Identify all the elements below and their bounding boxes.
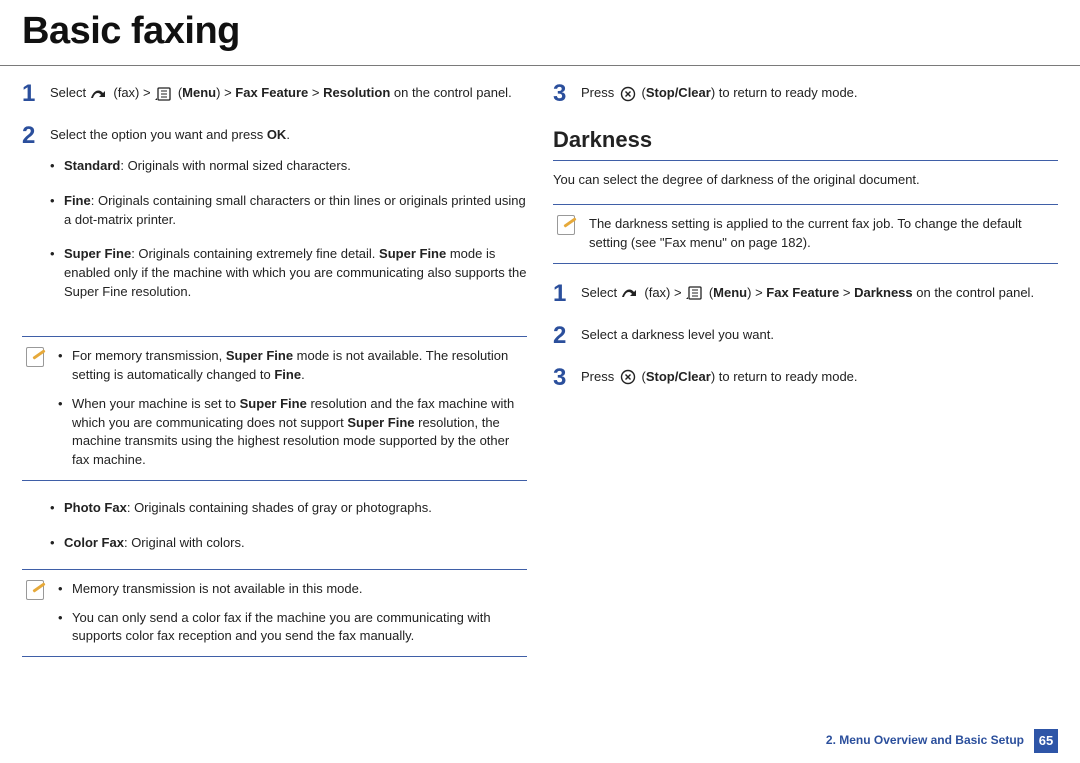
text: . bbox=[301, 367, 305, 382]
text: Fax Feature bbox=[766, 285, 839, 300]
page-title: Basic faxing bbox=[0, 0, 1080, 66]
label: Standard bbox=[64, 158, 120, 173]
text: Select bbox=[581, 285, 621, 300]
option-standard: Standard: Originals with normal sized ch… bbox=[64, 157, 527, 176]
right-step-2: 2 Select a darkness level you want. bbox=[553, 324, 1058, 348]
note-body: The darkness setting is applied to the c… bbox=[589, 215, 1050, 253]
stop-clear-icon bbox=[618, 87, 638, 101]
text: Resolution bbox=[323, 85, 390, 100]
menu-icon bbox=[685, 286, 705, 300]
label: Super Fine bbox=[64, 246, 131, 261]
darkness-note: The darkness setting is applied to the c… bbox=[553, 204, 1058, 264]
note-icon bbox=[26, 580, 48, 602]
right-column: 3 Press (Stop/Clear) to return to ready … bbox=[553, 82, 1058, 675]
right-step-1: 1 Select (fax) > (Menu) > Fax Feature > … bbox=[553, 282, 1058, 306]
stop-clear-icon bbox=[618, 370, 638, 384]
darkness-intro: You can select the degree of darkness of… bbox=[553, 171, 1058, 190]
text: Fine bbox=[274, 367, 301, 382]
text: Select bbox=[50, 85, 90, 100]
text: > bbox=[839, 285, 854, 300]
label: Fine bbox=[64, 193, 91, 208]
note-icon bbox=[26, 347, 48, 369]
step-text: Select the option you want and press OK.… bbox=[50, 124, 527, 318]
text: For memory transmission, bbox=[72, 348, 226, 363]
text: ) to return to ready mode. bbox=[711, 85, 858, 100]
step-text: Select a darkness level you want. bbox=[581, 324, 1058, 348]
left-step-1: 1 Select (fax) > (Menu) > Fax Feature > … bbox=[22, 82, 527, 106]
page-number: 65 bbox=[1034, 729, 1058, 753]
option-super-fine: Super Fine: Originals containing extreme… bbox=[64, 245, 527, 302]
text: : Originals with normal sized characters… bbox=[120, 158, 350, 173]
option-photo-fax: Photo Fax: Originals containing shades o… bbox=[64, 499, 527, 518]
note-list: For memory transmission, Super Fine mode… bbox=[58, 347, 519, 470]
left-column: 1 Select (fax) > (Menu) > Fax Feature > … bbox=[22, 82, 527, 675]
text: Super Fine bbox=[347, 415, 414, 430]
text: Press bbox=[581, 369, 618, 384]
text: ) to return to ready mode. bbox=[711, 369, 858, 384]
text: on the control panel. bbox=[913, 285, 1034, 300]
note-item: For memory transmission, Super Fine mode… bbox=[72, 347, 519, 385]
step-number: 3 bbox=[553, 82, 571, 106]
step-text: Select (fax) > (Menu) > Fax Feature > Da… bbox=[581, 282, 1058, 306]
note-item: When your machine is set to Super Fine r… bbox=[72, 395, 519, 470]
text: Stop/Clear bbox=[646, 85, 711, 100]
step-number: 1 bbox=[553, 282, 571, 306]
note-item: Memory transmission is not available in … bbox=[72, 580, 519, 599]
step-number: 3 bbox=[553, 366, 571, 390]
text: : Originals containing extremely fine de… bbox=[131, 246, 379, 261]
label: Color Fax bbox=[64, 535, 124, 550]
text: Menu bbox=[182, 85, 216, 100]
text: Darkness bbox=[854, 285, 913, 300]
text: When your machine is set to bbox=[72, 396, 240, 411]
right-step-3-top: 3 Press (Stop/Clear) to return to ready … bbox=[553, 82, 1058, 106]
right-step-3: 3 Press (Stop/Clear) to return to ready … bbox=[553, 366, 1058, 390]
text: Menu bbox=[713, 285, 747, 300]
step-text: Press (Stop/Clear) to return to ready mo… bbox=[581, 366, 1058, 390]
text: Stop/Clear bbox=[646, 369, 711, 384]
fax-icon bbox=[90, 87, 110, 101]
text: : Originals containing shades of gray or… bbox=[127, 500, 432, 515]
text: on the control panel. bbox=[390, 85, 511, 100]
text: (fax) > bbox=[644, 285, 685, 300]
text: : Originals containing small characters … bbox=[64, 193, 526, 227]
label: Photo Fax bbox=[64, 500, 127, 515]
text: (fax) > bbox=[113, 85, 154, 100]
text: OK bbox=[267, 127, 287, 142]
step-text: Press (Stop/Clear) to return to ready mo… bbox=[581, 82, 1058, 106]
fax-icon bbox=[621, 286, 641, 300]
options-list: Standard: Originals with normal sized ch… bbox=[50, 157, 527, 302]
step-number: 2 bbox=[553, 324, 571, 348]
left-step-2: 2 Select the option you want and press O… bbox=[22, 124, 527, 318]
text: ) > bbox=[747, 285, 766, 300]
note-box-1: For memory transmission, Super Fine mode… bbox=[22, 336, 527, 481]
text: . bbox=[286, 127, 290, 142]
chapter-label: 2. Menu Overview and Basic Setup bbox=[826, 732, 1024, 749]
text: > bbox=[308, 85, 323, 100]
content-columns: 1 Select (fax) > (Menu) > Fax Feature > … bbox=[0, 66, 1080, 675]
menu-icon bbox=[154, 87, 174, 101]
subheading-darkness: Darkness bbox=[553, 124, 1058, 161]
step-number: 2 bbox=[22, 124, 40, 318]
text: : Original with colors. bbox=[124, 535, 245, 550]
text: Super Fine bbox=[240, 396, 307, 411]
step-number: 1 bbox=[22, 82, 40, 106]
page-footer: 2. Menu Overview and Basic Setup 65 bbox=[826, 729, 1058, 753]
text: Super Fine bbox=[226, 348, 293, 363]
step-text: Select (fax) > (Menu) > Fax Feature > Re… bbox=[50, 82, 527, 106]
note-icon bbox=[557, 215, 579, 237]
option-color-fax: Color Fax: Original with colors. bbox=[64, 534, 527, 553]
label: Super Fine bbox=[379, 246, 446, 261]
option-fine: Fine: Originals containing small charact… bbox=[64, 192, 527, 230]
options-list-2: Photo Fax: Originals containing shades o… bbox=[22, 499, 527, 553]
note-list: Memory transmission is not available in … bbox=[58, 580, 519, 647]
text: Fax Feature bbox=[235, 85, 308, 100]
text: Select the option you want and press bbox=[50, 127, 267, 142]
note-box-2: Memory transmission is not available in … bbox=[22, 569, 527, 658]
note-item: You can only send a color fax if the mac… bbox=[72, 609, 519, 647]
text: Press bbox=[581, 85, 618, 100]
text: ) > bbox=[216, 85, 235, 100]
